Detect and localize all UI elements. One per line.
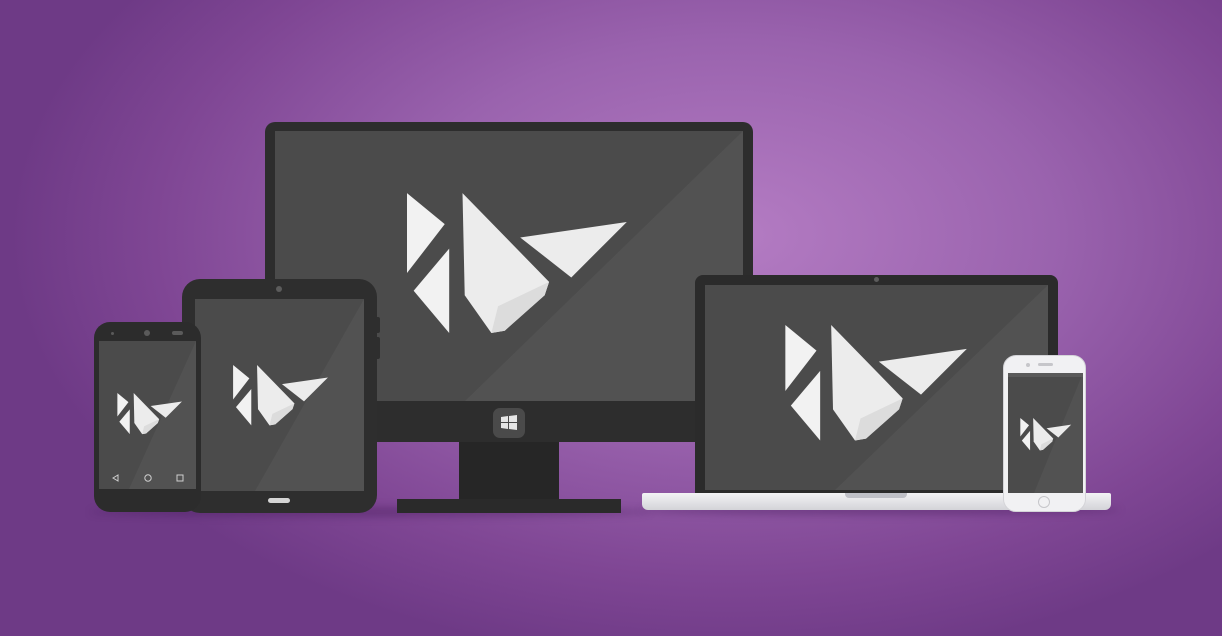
- laptop-trackpad-notch: [845, 493, 907, 498]
- kivy-logo: [1020, 418, 1072, 451]
- speaker-grille: [1038, 363, 1053, 366]
- tablet-screen: [195, 299, 364, 491]
- status-bar: [1008, 373, 1083, 377]
- power-button: [377, 337, 380, 359]
- speaker-grille: [172, 331, 183, 335]
- camera-dot: [874, 277, 879, 282]
- kivy-logo: [407, 193, 627, 333]
- monitor-stand-base: [397, 499, 621, 513]
- kivy-logo: [117, 393, 182, 435]
- home-button: [1038, 496, 1050, 508]
- camera-dot: [276, 286, 282, 292]
- android-screen: [99, 341, 196, 489]
- tablet: [182, 279, 380, 513]
- windows-icon: [493, 408, 525, 438]
- recents-icon: [176, 474, 184, 482]
- android-phone: [94, 322, 201, 512]
- back-icon: [112, 474, 119, 482]
- camera-dot: [1026, 363, 1030, 367]
- sensor-dot: [111, 332, 114, 335]
- volume-button: [377, 317, 380, 333]
- iphone-screen: [1008, 373, 1083, 493]
- home-icon: [144, 474, 152, 482]
- home-button: [268, 498, 290, 503]
- android-nav-bar: [112, 474, 184, 482]
- laptop-screen: [705, 285, 1048, 490]
- kivy-logo: [785, 325, 967, 441]
- monitor-stand-neck: [459, 441, 559, 499]
- kivy-logo: [233, 365, 328, 426]
- iphone: [1003, 355, 1086, 512]
- camera-dot: [144, 330, 150, 336]
- scene-background: [0, 0, 1222, 636]
